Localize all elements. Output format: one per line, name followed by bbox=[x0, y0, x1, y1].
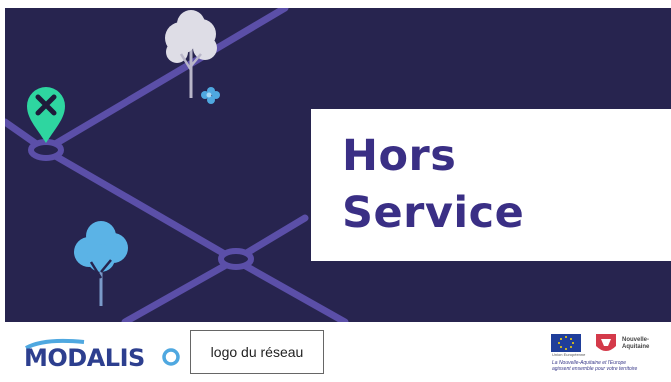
title-card: Hors Service bbox=[311, 109, 671, 261]
route-line bbox=[41, 8, 289, 154]
title-line-1: Hors bbox=[342, 131, 457, 181]
network-logo-placeholder: logo du réseau bbox=[190, 330, 324, 374]
title-line-2: Service bbox=[342, 188, 525, 238]
funder-line-2: agissent ensemble pour votre territoire bbox=[552, 366, 638, 372]
region-crest-icon bbox=[596, 334, 616, 351]
stop-marker bbox=[28, 139, 64, 161]
out-of-service-screen: Hors Service MODALIS logo du réseau Unio… bbox=[0, 0, 671, 382]
funder-statement: La Nouvelle-Aquitaine et l'Europe agisse… bbox=[552, 360, 637, 372]
funding-logos: Union Européenne Nouvelle- Aquitaine La … bbox=[550, 332, 666, 380]
tree-icon bbox=[165, 10, 217, 98]
stop-marker bbox=[218, 248, 254, 270]
brand-name: MODALIS bbox=[24, 344, 145, 370]
out-of-service-pin-icon bbox=[27, 87, 65, 143]
flower-icon bbox=[201, 87, 220, 104]
region-name-line-1: Nouvelle- bbox=[622, 337, 650, 343]
network-logo-text: logo du réseau bbox=[210, 344, 304, 360]
route-line bbox=[121, 256, 239, 322]
route-line bbox=[41, 146, 239, 264]
brand-circle-icon bbox=[162, 348, 180, 366]
route-line bbox=[231, 256, 349, 322]
eu-label: Union Européenne bbox=[552, 352, 586, 357]
hero-illustration: Hors Service bbox=[5, 8, 671, 322]
region-name: Nouvelle- Aquitaine bbox=[622, 337, 649, 351]
modalis-logo: MODALIS bbox=[24, 338, 180, 370]
region-name-line-2: Aquitaine bbox=[622, 344, 650, 350]
footer-bar: MODALIS logo du réseau Union Européenne bbox=[0, 322, 671, 382]
tree-icon bbox=[74, 221, 128, 306]
